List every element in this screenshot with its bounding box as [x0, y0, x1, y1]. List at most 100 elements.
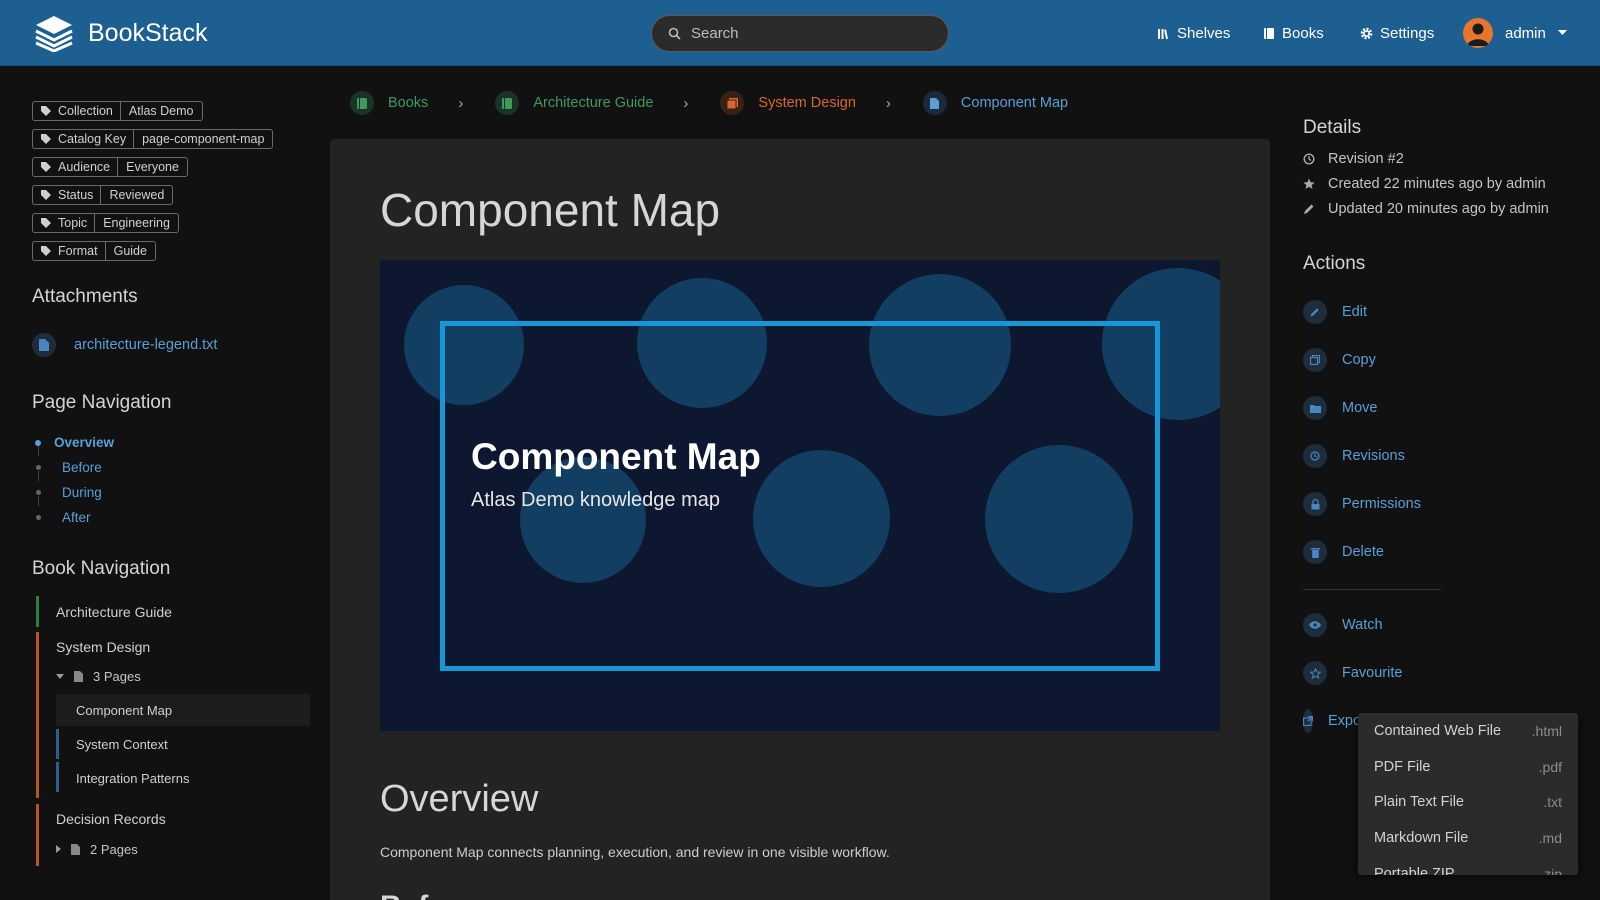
page-navigation: Overview Before During After: [32, 430, 114, 530]
tag[interactable]: Status Reviewed: [32, 185, 273, 205]
hero-title: Component Map: [471, 436, 761, 477]
edit-label: Edit: [1342, 304, 1367, 320]
export-zip-option[interactable]: Portable ZIP .zip: [1358, 856, 1578, 875]
revision-info[interactable]: Revision #2: [1303, 151, 1404, 167]
book-nav-chapter[interactable]: System Design: [36, 631, 150, 663]
attachment-link[interactable]: architecture-legend.txt: [32, 333, 217, 357]
caret-right-icon: [56, 845, 61, 853]
nav-shelves-label: Shelves: [1177, 24, 1231, 42]
book-nav-page[interactable]: System Context: [56, 728, 168, 760]
export-label: Export: [1328, 713, 1359, 729]
permissions-action[interactable]: Permissions: [1303, 492, 1421, 516]
pencil-icon: [1304, 204, 1314, 214]
book-nav-page-active[interactable]: Component Map: [56, 694, 310, 726]
tag-key-label: Catalog Key: [58, 132, 127, 146]
option-label: Markdown File: [1374, 830, 1469, 846]
edit-action[interactable]: Edit: [1303, 300, 1367, 324]
breadcrumb-label: Books: [388, 95, 429, 111]
nav-books-label: Books: [1282, 24, 1324, 42]
page-title: Component Map: [380, 184, 721, 236]
breadcrumb-label: Component Map: [960, 95, 1069, 111]
tag-key-label: Audience: [58, 160, 111, 174]
book-nav-page[interactable]: Integration Patterns: [56, 762, 189, 794]
watch-action[interactable]: Watch: [1303, 613, 1383, 637]
folder-icon: [1303, 396, 1327, 420]
book-nav-chapter[interactable]: Decision Records: [36, 803, 166, 835]
tag-key[interactable]: Audience: [32, 157, 118, 177]
nav-dot-icon: [35, 439, 41, 446]
tag[interactable]: Catalog Key page-component-map: [32, 129, 274, 149]
page-nav-item[interactable]: During: [32, 480, 114, 506]
details-title: Details: [1303, 117, 1362, 138]
page-nav-link[interactable]: Before: [62, 460, 102, 475]
breadcrumb-label: Architecture Guide: [533, 95, 654, 111]
tag-key[interactable]: Topic: [32, 213, 95, 233]
nav-shelves[interactable]: Shelves: [1157, 0, 1230, 66]
page-nav-link[interactable]: During: [62, 485, 102, 500]
attachments-title: Attachments: [32, 286, 138, 307]
export-md-option[interactable]: Markdown File .md: [1358, 820, 1578, 856]
page-nav-item[interactable]: Overview: [32, 430, 114, 456]
bookstack-logo-icon: [35, 16, 73, 52]
favourite-action[interactable]: Favourite: [1303, 661, 1402, 685]
tag-value[interactable]: Guide: [104, 241, 156, 261]
page-nav-item[interactable]: After: [32, 505, 114, 530]
books-icon: [350, 91, 374, 115]
breadcrumb-books[interactable]: Books: [350, 91, 428, 115]
page-nav-link[interactable]: Overview: [54, 435, 114, 450]
copy-action[interactable]: Copy: [1303, 348, 1376, 372]
export-pdf-option[interactable]: PDF File .pdf: [1358, 749, 1578, 785]
tag-value[interactable]: Engineering: [94, 213, 179, 233]
option-extension: .zip: [1540, 866, 1562, 875]
page-icon: [922, 91, 947, 115]
tag-key[interactable]: Status: [32, 185, 101, 205]
tag[interactable]: Topic Engineering: [32, 213, 273, 233]
breadcrumb: Books › Architecture Guide › System Desi…: [350, 90, 1068, 116]
breadcrumb-chapter[interactable]: System Design: [720, 91, 856, 115]
book-nav-chapter[interactable]: Architecture Guide: [36, 596, 172, 628]
pages-toggle[interactable]: 3 Pages: [56, 667, 141, 685]
export-html-option[interactable]: Contained Web File .html: [1358, 713, 1578, 749]
export-txt-option[interactable]: Plain Text File .txt: [1358, 784, 1578, 820]
page-nav-link[interactable]: After: [62, 510, 91, 525]
search-input[interactable]: [691, 25, 921, 42]
tag-value[interactable]: Reviewed: [100, 185, 174, 205]
lock-icon: [1303, 492, 1327, 516]
breadcrumb-book[interactable]: Architecture Guide: [495, 91, 653, 115]
pages-toggle[interactable]: 2 Pages: [56, 840, 138, 858]
tag-key[interactable]: Catalog Key: [32, 129, 134, 149]
delete-action[interactable]: Delete: [1303, 540, 1384, 564]
option-extension: .pdf: [1538, 759, 1562, 775]
tag-value[interactable]: Everyone: [117, 157, 188, 177]
revisions-action[interactable]: Revisions: [1303, 444, 1405, 468]
tag[interactable]: Audience Everyone: [32, 157, 273, 177]
nav-books[interactable]: Books: [1263, 0, 1324, 66]
option-extension: .txt: [1543, 794, 1562, 810]
tag-value[interactable]: Atlas Demo: [119, 101, 203, 121]
book-icon: [1264, 27, 1274, 39]
export-action[interactable]: Export: [1303, 709, 1359, 733]
before-heading: Before: [380, 890, 475, 900]
star-icon: [1303, 661, 1327, 685]
actions-title: Actions: [1303, 253, 1366, 274]
caret-down-icon: [1557, 30, 1567, 35]
page-nav-item[interactable]: Before: [32, 455, 114, 481]
page-icon: [74, 670, 83, 682]
actions-divider: [1303, 589, 1441, 590]
tag[interactable]: Format Guide: [32, 241, 273, 261]
tag-value[interactable]: page-component-map: [133, 129, 274, 149]
move-action[interactable]: Move: [1303, 396, 1377, 420]
tag-key-label: Status: [58, 188, 94, 202]
app-logo[interactable]: BookStack: [32, 14, 208, 52]
tag-key-label: Topic: [58, 216, 88, 230]
breadcrumb-page[interactable]: Component Map: [922, 91, 1069, 115]
tag[interactable]: Collection Atlas Demo: [32, 101, 273, 121]
overview-heading: Overview: [380, 778, 539, 820]
tag-key[interactable]: Format: [32, 241, 105, 261]
tag-key[interactable]: Collection: [32, 101, 120, 121]
search-box[interactable]: [651, 15, 949, 52]
option-extension: .md: [1538, 830, 1562, 846]
tag-icon: [41, 162, 51, 172]
user-menu[interactable]: admin: [1463, 18, 1567, 48]
nav-settings[interactable]: Settings: [1360, 0, 1434, 66]
